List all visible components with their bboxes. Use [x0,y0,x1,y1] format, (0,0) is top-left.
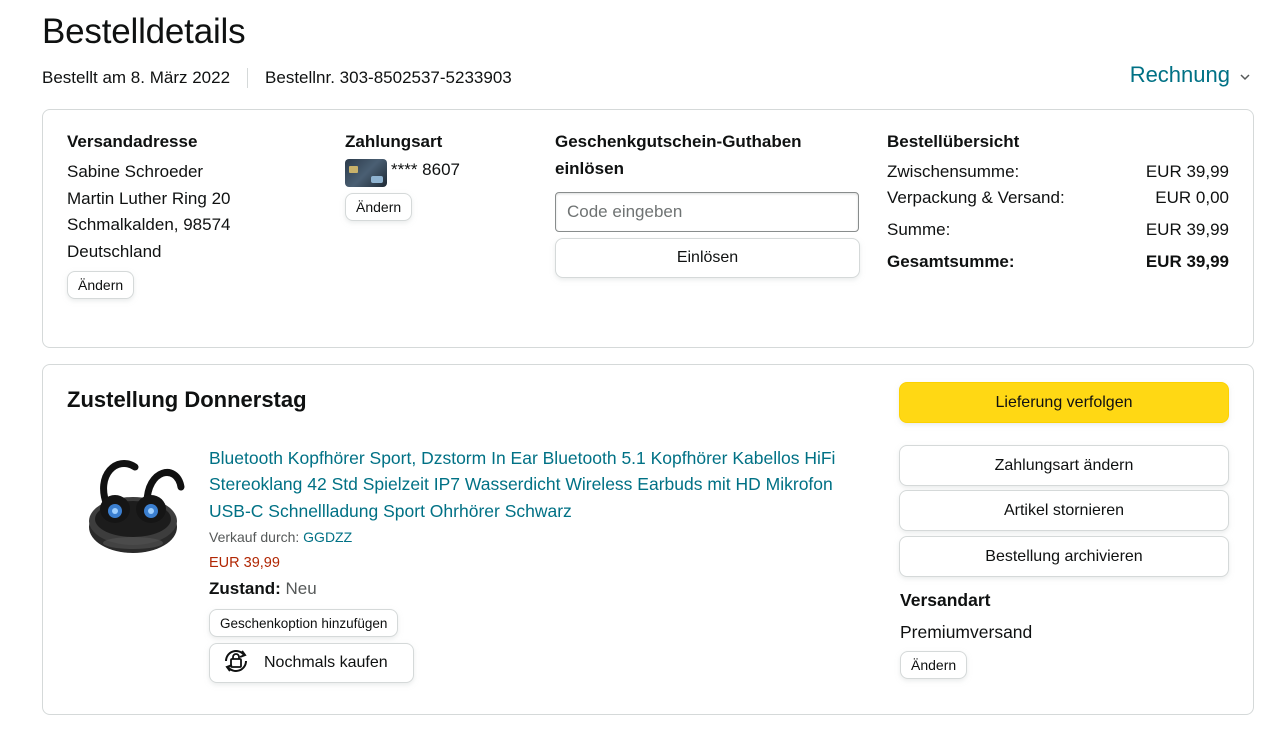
add-gift-option-button[interactable]: Geschenkoption hinzufügen [209,609,399,637]
order-info-card: Versandadresse Sabine Schroeder Martin L… [42,109,1254,348]
card-number: **** 8607 [391,160,461,179]
shipping-address: Sabine Schroeder Martin Luther Ring 20 S… [67,159,231,265]
gift-code-input[interactable] [555,192,859,232]
summary-row: Summe: EUR 39,99 [887,220,1229,240]
address-line: Martin Luther Ring 20 [67,188,231,208]
condition-label: Zustand: [209,579,281,598]
page-title: Bestelldetails [42,12,246,51]
payment-heading: Zahlungsart [345,132,443,151]
track-delivery-button[interactable]: Lieferung verfolgen [899,382,1229,423]
buy-again-button[interactable]: Nochmals kaufen [209,643,414,683]
invoice-dropdown[interactable]: Rechnung [1130,62,1250,88]
order-meta: Bestellt am 8. März 2022 Bestellnr. 303-… [42,68,512,88]
summary-value: EUR 39,99 [1145,162,1229,181]
redeem-button[interactable]: Einlösen [555,238,860,278]
product-price: EUR 39,99 [209,555,280,571]
product-title-link[interactable]: Bluetooth Kopfhörer Sport, Dzstorm In Ea… [209,445,869,524]
summary-value: EUR 0,00 [1155,188,1229,207]
shipping-address-heading: Versandadresse [67,132,198,151]
gift-card-heading-line: einlösen [555,159,624,178]
change-payment-button[interactable]: Ändern [345,193,413,221]
archive-order-button[interactable]: Bestellung archivieren [899,536,1229,577]
seller-prefix: Verkauf durch: [209,529,304,545]
change-shipping-mode-button[interactable]: Ändern [900,651,968,679]
meta-divider [247,68,249,88]
condition-value: Neu [285,579,317,598]
shipping-mode-value: Premiumversand [900,622,1033,642]
cancel-item-button[interactable]: Artikel stornieren [899,490,1229,531]
gift-card-heading-line: Geschenkgutschein-Guthaben [555,132,802,151]
seller-info: Verkauf durch: GGDZZ [209,529,352,545]
buy-again-icon [220,646,252,681]
buy-again-label: Nochmals kaufen [264,654,388,671]
summary-label: Verpackung & Versand: [887,188,1065,207]
change-payment-method-button[interactable]: Zahlungsart ändern [899,445,1229,486]
summary-value: EUR 39,99 [1145,252,1229,271]
product-image[interactable] [77,445,187,565]
address-line: Schmalkalden, 98574 [67,215,231,234]
seller-link[interactable]: GGDZZ [303,529,352,545]
summary-value: EUR 39,99 [1145,220,1229,239]
summary-label: Zwischensumme: [887,162,1020,181]
summary-total-row: Gesamtsumme: EUR 39,99 [887,252,1229,272]
address-line: Sabine Schroeder [67,162,204,181]
delivery-title: Zustellung Donnerstag [67,387,307,412]
change-address-button[interactable]: Ändern [67,271,135,299]
summary-label: Summe: [887,220,951,239]
product-condition: Zustand: Neu [209,579,317,599]
shipping-mode-heading: Versandart [900,590,991,610]
order-number: Bestellnr. 303-8502537-5233903 [265,68,512,87]
address-line: Deutschland [67,241,162,261]
order-date: Bestellt am 8. März 2022 [42,68,231,87]
shipment-card: Zustellung Donnerstag Bluetooth Kopfhöre… [42,364,1254,715]
summary-label: Gesamtsumme: [887,252,1015,271]
summary-row: Verpackung & Versand: EUR 0,00 [887,188,1229,208]
chevron-down-icon [1240,68,1250,84]
invoice-label: Rechnung [1129,62,1230,87]
summary-row: Zwischensumme: EUR 39,99 [887,162,1229,182]
credit-card-icon [345,159,387,187]
summary-heading: Bestellübersicht [887,132,1020,151]
gift-card-heading: Geschenkgutschein-Guthaben einlösen [555,128,802,182]
